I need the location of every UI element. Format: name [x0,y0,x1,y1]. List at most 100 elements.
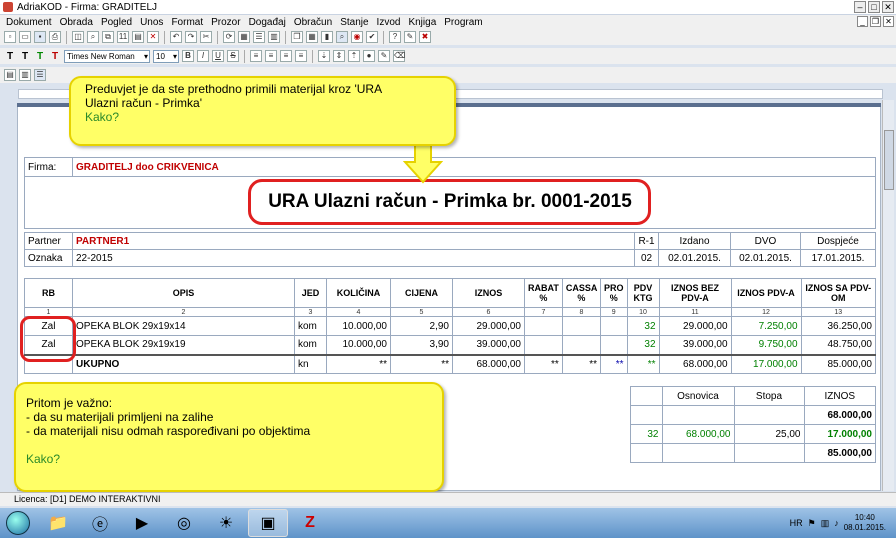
scroll-thumb[interactable] [884,130,894,190]
list-icon[interactable]: ☰ [253,31,265,43]
tray-volume-icon[interactable]: ♪ [834,518,839,528]
paste-icon[interactable]: ▤ [132,31,144,43]
callout2-link[interactable]: Kako? [26,452,432,466]
undo-icon[interactable]: ↶ [170,31,182,43]
vertical-scrollbar[interactable] [882,100,894,491]
mdi-close-button[interactable]: ✕ [883,16,894,27]
align-left-icon[interactable]: ≡ [250,50,262,62]
calc-icon[interactable]: ▦ [238,31,250,43]
explorer-icon[interactable]: 📁 [38,509,78,537]
table-row[interactable]: Zal OPEKA BLOK 29x19x14 kom 10.000,00 2,… [24,316,877,336]
refresh-icon[interactable]: ⟳ [223,31,235,43]
app-sun-icon[interactable]: ☀ [206,509,246,537]
new-doc-icon[interactable]: ▫ [4,31,16,43]
menu-dokument[interactable]: Dokument [2,17,56,28]
cell-sa[interactable]: 48.750,00 [800,335,877,355]
cell-opis[interactable]: OPEKA BLOK 29x19x14 [72,316,295,336]
align-right-icon[interactable]: ≡ [280,50,292,62]
pencil-icon[interactable]: ✎ [404,31,416,43]
text-style-2[interactable]: T [19,51,31,62]
zeta-app-icon[interactable]: Z [290,509,330,537]
cell-jed[interactable]: kom [294,335,327,355]
cell-opis[interactable]: OPEKA BLOK 29x19x19 [72,335,295,355]
cut-icon[interactable]: ✂ [200,31,212,43]
callout1-link[interactable]: Kako? [85,110,440,124]
menu-pogled[interactable]: Pogled [97,17,136,28]
cell-cassa[interactable] [561,316,602,336]
check-icon[interactable]: ✔ [366,31,378,43]
start-button[interactable] [0,508,36,538]
eleven-icon[interactable]: 11 [117,31,129,43]
menu-prozor[interactable]: Prozor [207,17,244,28]
cell-pdv[interactable]: 7.250,00 [730,316,802,336]
text-style-4[interactable]: T [49,51,61,62]
language-indicator[interactable]: HR [790,518,803,528]
tray-network-icon[interactable]: ▥ [821,518,830,529]
cell-rabat[interactable] [524,335,563,355]
valign-icon[interactable]: ⇣ [318,50,330,62]
cell-ktg[interactable]: 32 [626,335,660,355]
maximize-button[interactable]: □ [868,1,880,13]
font-select[interactable]: Times New Roman [64,49,150,63]
menu-obrada[interactable]: Obrada [56,17,97,28]
grid-icon[interactable]: ▥ [268,31,280,43]
cell-cijena[interactable]: 3,90 [390,335,453,355]
media-player-icon[interactable]: ▶ [122,509,162,537]
strike-icon[interactable]: S [227,50,239,62]
table-icon[interactable]: ▦ [306,31,318,43]
cell-ktg[interactable]: 32 [626,316,660,336]
minimize-button[interactable]: – [854,1,866,13]
ie-icon[interactable]: ⓔ [80,509,120,537]
open-folder-icon[interactable]: ▭ [19,31,31,43]
preview-icon[interactable]: ◫ [72,31,84,43]
redo-icon[interactable]: ↷ [185,31,197,43]
mdi-restore-button[interactable]: ❐ [870,16,881,27]
cell-bez[interactable]: 39.000,00 [658,335,732,355]
delete-icon[interactable]: ✕ [147,31,159,43]
align-center-icon[interactable]: ≡ [265,50,277,62]
cell-iznos[interactable]: 39.000,00 [452,335,525,355]
menu-format[interactable]: Format [167,17,207,28]
cell-cijena[interactable]: 2,90 [390,316,453,336]
cell-bez[interactable]: 29.000,00 [658,316,732,336]
menu-program[interactable]: Program [440,17,486,28]
menu-izvod[interactable]: Izvod [373,17,405,28]
underline-icon[interactable]: U [212,50,224,62]
chart-icon[interactable]: ▮ [321,31,333,43]
justify-icon[interactable]: ≡ [295,50,307,62]
print-icon[interactable]: ⎙ [49,31,61,43]
bold-icon[interactable]: B [182,50,194,62]
italic-icon[interactable]: I [197,50,209,62]
eraser-icon[interactable]: ⌫ [393,50,405,62]
color-icon[interactable]: ● [363,50,375,62]
menu-dogadaj[interactable]: Događaj [245,17,290,28]
table-row[interactable]: Zal OPEKA BLOK 29x19x19 kom 10.000,00 3,… [24,335,877,355]
close-button[interactable]: ✕ [882,1,894,13]
menu-stanje[interactable]: Stanje [336,17,372,28]
chrome-icon[interactable]: ◎ [164,509,204,537]
clock[interactable]: 10:40 08.01.2015. [844,513,886,533]
text-style-1[interactable]: T [4,51,16,62]
adriakod-app-icon[interactable]: ▣ [248,509,288,537]
cell-kolicina[interactable]: 10.000,00 [326,316,391,336]
cell-rabat[interactable] [524,316,563,336]
mdi-minimize-button[interactable]: _ [857,16,868,27]
exit-icon[interactable]: ✖ [419,31,431,43]
menu-unos[interactable]: Unos [136,17,167,28]
book-icon[interactable]: ▤ [4,69,16,81]
notes-icon[interactable]: ▥ [19,69,31,81]
size-select[interactable]: 10 [153,49,179,63]
menu-obracun[interactable]: Obračun [290,17,336,28]
cell-iznos[interactable]: 29.000,00 [452,316,525,336]
vcenter-icon[interactable]: ⇕ [333,50,345,62]
windows-icon[interactable]: ❐ [291,31,303,43]
search-icon[interactable]: ⌕ [336,31,348,43]
tray-flag-icon[interactable]: ⚑ [808,518,816,529]
copy-icon[interactable]: ⧉ [102,31,114,43]
cell-pdv[interactable]: 9.750,00 [730,335,802,355]
cell-cassa[interactable] [561,335,602,355]
cell-pro[interactable] [600,335,628,355]
zoom-page-icon[interactable]: ⌕ [87,31,99,43]
menu-knjiga[interactable]: Knjiga [404,17,440,28]
text-style-3[interactable]: T [34,51,46,62]
